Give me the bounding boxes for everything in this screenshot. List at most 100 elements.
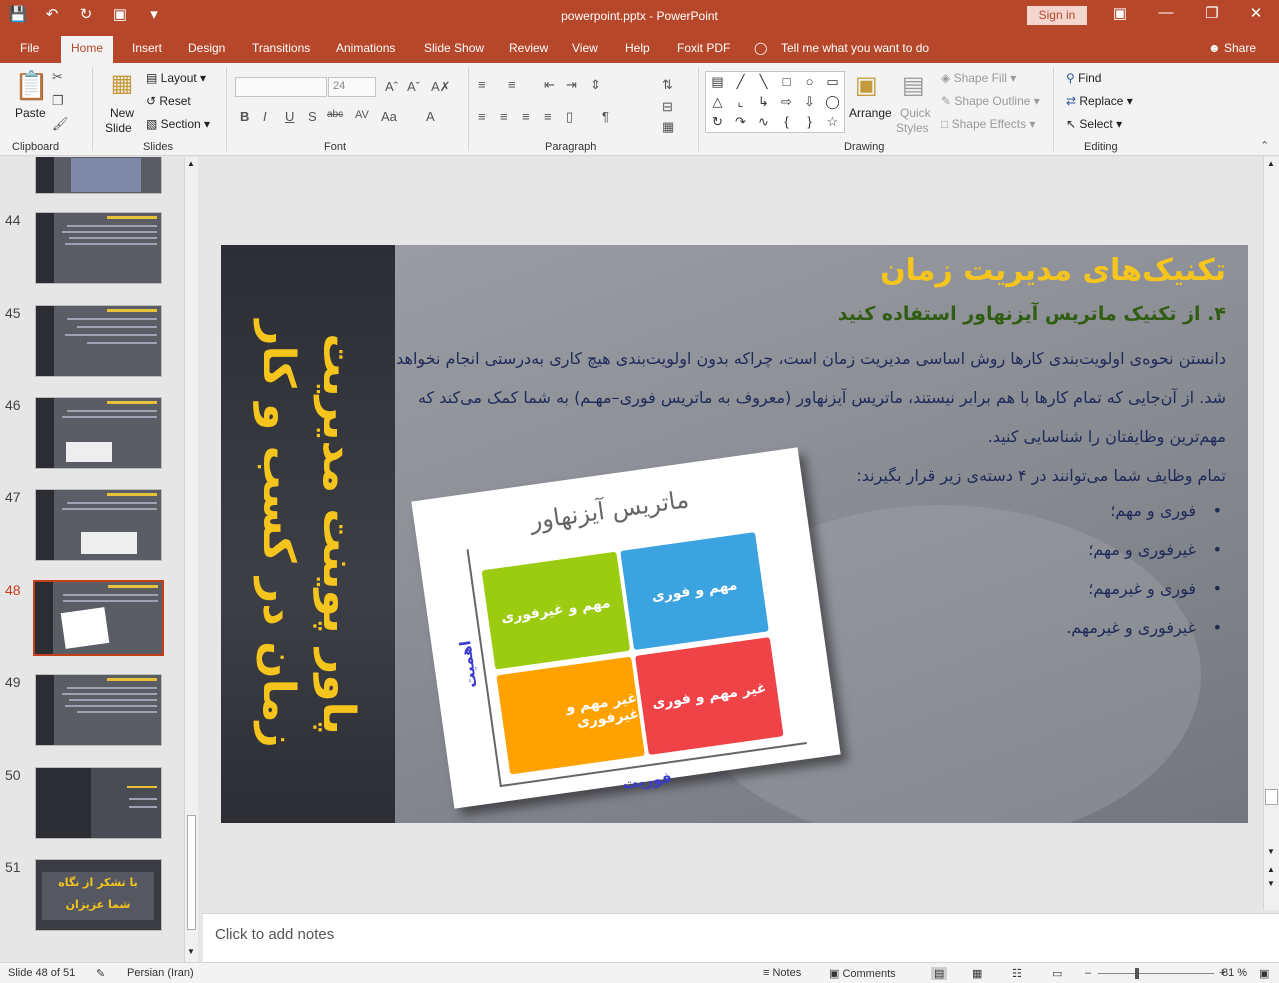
tab-foxit-pdf[interactable]: Foxit PDF [677, 41, 730, 55]
align-center-icon[interactable]: ≡ [500, 109, 508, 124]
scroll-up-icon[interactable]: ▲ [1267, 159, 1275, 168]
align-text-icon[interactable]: ⊟ [662, 99, 673, 115]
tab-review[interactable]: Review [509, 41, 548, 55]
arrange-button[interactable]: Arrange [849, 106, 892, 120]
notes-pane[interactable]: Click to add notes [203, 913, 1279, 962]
arrange-icon[interactable]: ▣ [855, 71, 878, 100]
scroll-thumb[interactable] [187, 815, 196, 930]
tell-me-search[interactable]: Tell me what you want to do [781, 41, 929, 55]
line-spacing-icon[interactable]: ⇕ [590, 77, 601, 93]
next-slide-icon[interactable]: ▼ [1267, 879, 1275, 888]
tab-view[interactable]: View [572, 41, 598, 55]
tab-file[interactable]: File [20, 41, 39, 55]
shadow-icon[interactable]: S [308, 109, 317, 124]
collapse-ribbon-icon[interactable]: ⌃ [1260, 139, 1269, 152]
rtl-icon[interactable]: ¶ [602, 109, 609, 124]
reading-view-icon[interactable]: ☷ [1012, 967, 1022, 980]
copy-icon[interactable]: ❐ [52, 93, 64, 109]
close-icon[interactable]: ✕ [1233, 4, 1279, 22]
minimize-icon[interactable]: — [1143, 4, 1189, 21]
strikethrough-icon[interactable]: abc [327, 109, 343, 120]
quick-styles-label-1[interactable]: Quick [900, 106, 931, 120]
zoom-slider-handle[interactable] [1135, 968, 1139, 979]
zoom-slider[interactable] [1098, 973, 1214, 974]
shape-fill-button[interactable]: ◈ Shape Fill ▾ [941, 71, 1016, 85]
slide-scrollbar[interactable]: ▲ ▼ ▲ ▼ [1263, 157, 1279, 910]
slide-side-title[interactable]: پاور پوینت مدیریت زمان در کسب و کار [248, 274, 368, 794]
bold-icon[interactable]: B [240, 109, 249, 124]
notes-toggle[interactable]: ≡ Notes [763, 967, 801, 979]
sign-in-button[interactable]: Sign in [1027, 6, 1087, 25]
bullet-list[interactable]: فوری و مهم؛ غیرفوری و مهم؛ فوری و غیرمهم… [806, 491, 1226, 647]
normal-view-icon[interactable]: ▤ [931, 967, 948, 980]
replace-button[interactable]: ⇄ Replace ▾ [1066, 94, 1133, 108]
increase-indent-icon[interactable]: ⇥ [566, 77, 577, 93]
decrease-font-icon[interactable]: Aˇ [407, 79, 420, 94]
align-right-icon[interactable]: ≡ [522, 109, 530, 124]
tab-home[interactable]: Home [61, 36, 114, 63]
zoom-level[interactable]: 81 % [1222, 967, 1247, 979]
thumbnail-44[interactable]: 44 [0, 212, 183, 292]
eisenhower-matrix-image[interactable]: ماتریس آیزنهاور مهم و فوری مهم و غیرفوری… [411, 447, 841, 809]
quick-styles-icon[interactable]: ▤ [902, 71, 925, 100]
shapes-gallery[interactable]: ▤ ╱ ╲ □ ○ ▭ △ ⌞ ↳ ⇨ ⇩ ◯ ↻ ↷ ∿{} ☆ [705, 71, 845, 133]
restore-icon[interactable]: ❐ [1189, 4, 1235, 22]
zoom-out-icon[interactable]: – [1085, 967, 1091, 979]
format-painter-icon[interactable]: 🖌 [52, 116, 69, 132]
fit-to-window-icon[interactable]: ▣ [1259, 967, 1269, 980]
language-indicator[interactable]: Persian (Iran) [127, 967, 194, 979]
increase-font-icon[interactable]: Aˆ [385, 79, 398, 94]
paste-icon[interactable]: 📋 [14, 69, 49, 103]
current-slide[interactable]: پاور پوینت مدیریت زمان در کسب و کار تکنی… [221, 245, 1248, 823]
new-slide-label-2[interactable]: Slide [105, 121, 132, 135]
thumbnail-49[interactable]: 49 [0, 674, 183, 754]
cut-icon[interactable]: ✂ [52, 69, 63, 85]
slide-sorter-icon[interactable]: ▦ [972, 967, 982, 980]
tab-transitions[interactable]: Transitions [252, 41, 310, 55]
shape-effects-button[interactable]: □ Shape Effects ▾ [941, 117, 1035, 131]
thumbnail-51[interactable]: 51 با تشکر از نگاه شما عزیزان [0, 859, 183, 939]
decrease-indent-icon[interactable]: ⇤ [544, 77, 555, 93]
italic-icon[interactable]: I [263, 109, 267, 124]
thumbnail-46[interactable]: 46 [0, 397, 183, 477]
thumbnail-47[interactable]: 47 [0, 489, 183, 569]
thumbnail-45[interactable]: 45 [0, 305, 183, 385]
tab-insert[interactable]: Insert [132, 41, 162, 55]
paste-button[interactable]: Paste [15, 106, 46, 120]
justify-icon[interactable]: ≡ [544, 109, 552, 124]
comments-toggle[interactable]: ▣ Comments [829, 967, 896, 980]
char-spacing-icon[interactable]: AV [355, 109, 369, 121]
section-button[interactable]: ▧ Section ▾ [146, 117, 210, 131]
scroll-up-icon[interactable]: ▲ [187, 159, 195, 168]
shape-outline-button[interactable]: ✎ Shape Outline ▾ [941, 94, 1040, 108]
select-button[interactable]: ↖ Select ▾ [1066, 117, 1122, 131]
tab-animations[interactable]: Animations [336, 41, 395, 55]
share-button[interactable]: ☻ Share [1208, 41, 1256, 55]
align-left-icon[interactable]: ≡ [478, 109, 486, 124]
tab-slide-show[interactable]: Slide Show [424, 41, 484, 55]
slide-paragraph[interactable]: دانستن نحوه‌ی اولویت‌بندی کارها روش اساس… [396, 339, 1226, 495]
font-size-combo[interactable]: 24 [328, 77, 376, 97]
thumbnail-48-selected[interactable]: 48 [0, 580, 183, 662]
font-color-icon[interactable]: A [426, 109, 435, 124]
bullets-icon[interactable]: ≡ [478, 77, 486, 92]
clear-format-icon[interactable]: A✗ [431, 79, 451, 95]
layout-button[interactable]: ▤ Layout ▾ [146, 71, 206, 85]
smartart-icon[interactable]: ▦ [662, 119, 674, 135]
new-slide-label-1[interactable]: New [110, 106, 134, 120]
find-button[interactable]: ⚲ Find [1066, 71, 1101, 85]
thumbnail-scrollbar[interactable]: ▲ ▼ [184, 157, 198, 962]
columns-icon[interactable]: ▯ [566, 109, 573, 125]
tab-design[interactable]: Design [188, 41, 225, 55]
slideshow-icon[interactable]: ▭ [1052, 967, 1062, 980]
reset-button[interactable]: ↺ Reset [146, 94, 191, 108]
quick-styles-label-2[interactable]: Styles [896, 121, 929, 135]
text-direction-icon[interactable]: ⇅ [662, 77, 673, 93]
ribbon-display-icon[interactable]: ▣ [1097, 4, 1143, 22]
scroll-thumb[interactable] [1265, 789, 1278, 805]
tab-help[interactable]: Help [625, 41, 650, 55]
change-case-icon[interactable]: Aa [381, 109, 397, 124]
underline-icon[interactable]: U [285, 109, 294, 124]
scroll-down-icon[interactable]: ▼ [187, 947, 195, 956]
scroll-down-icon[interactable]: ▼ [1267, 847, 1275, 856]
